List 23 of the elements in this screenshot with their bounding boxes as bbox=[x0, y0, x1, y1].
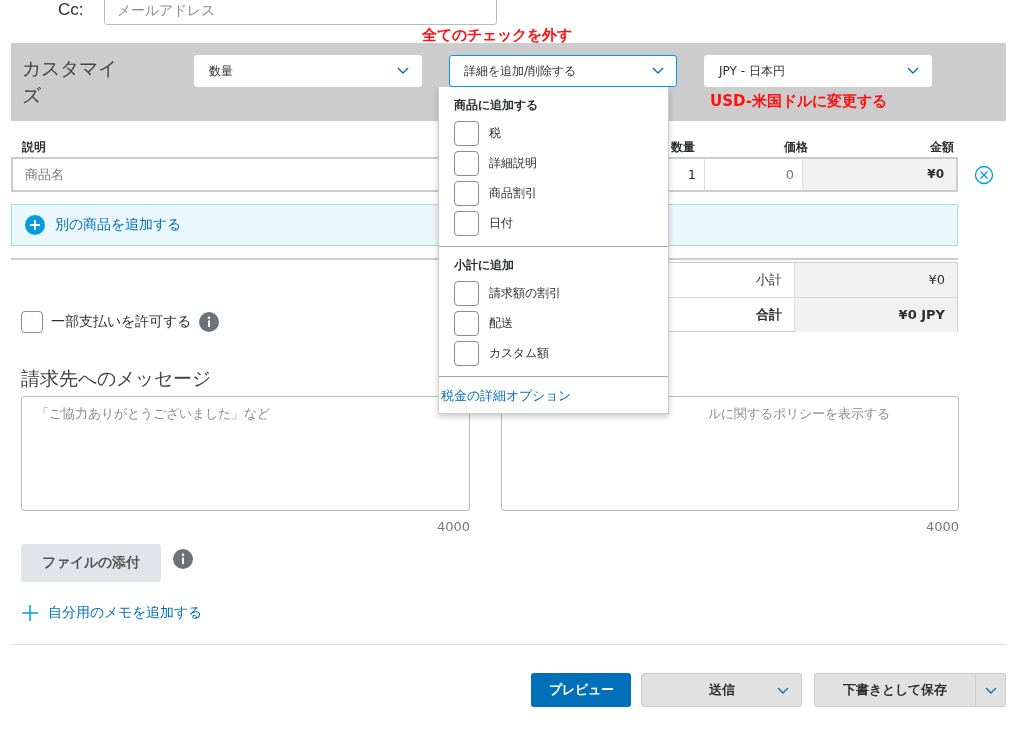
column-header: 金額 bbox=[930, 139, 954, 156]
message-title: 請求先へのメッセージ bbox=[21, 366, 211, 391]
section-title: 商品に追加する bbox=[454, 97, 539, 114]
menu-item-label: カスタム額 bbox=[489, 344, 549, 362]
total-value: ¥0 JPY bbox=[795, 298, 957, 332]
total-value: ¥0 bbox=[795, 263, 957, 297]
menu-item-label: 税 bbox=[489, 124, 501, 142]
menu-item-label: 日付 bbox=[489, 214, 513, 232]
column-header: 説明 bbox=[22, 139, 46, 156]
annotation: USD-米国ドルに変更する bbox=[710, 92, 887, 111]
character-count: 4000 bbox=[925, 519, 959, 534]
menu-item-label: 請求額の割引 bbox=[489, 284, 561, 302]
column-header: 価格 bbox=[784, 139, 808, 156]
section-title: 小計に追加 bbox=[454, 257, 515, 274]
column-header: 数量 bbox=[671, 139, 695, 156]
add-item-label: 別の商品を追加する bbox=[55, 216, 181, 234]
character-count: 4000 bbox=[436, 519, 470, 534]
partial-payment-label: 一部支払いを許可する bbox=[51, 313, 191, 331]
menu-item-label: 配送 bbox=[489, 314, 513, 332]
cc-label: Cc: bbox=[58, 0, 85, 20]
amount-cell: ¥0 bbox=[803, 159, 956, 190]
annotation: 全てのチェックを外す bbox=[422, 26, 572, 45]
customize-title: カスタマイズ bbox=[22, 56, 118, 108]
